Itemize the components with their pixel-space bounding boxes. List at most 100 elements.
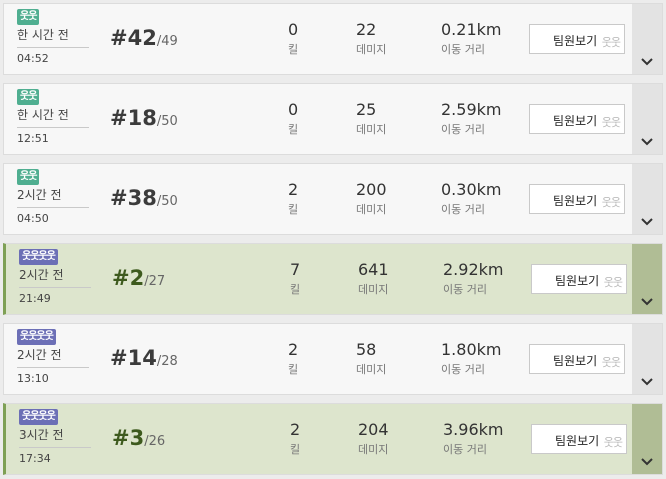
kills-label: 킬 [288, 363, 299, 376]
rank-number: #18 [110, 106, 157, 130]
distance-label: 이동 거리 [441, 203, 485, 216]
distance-value: 2.59km [441, 100, 502, 119]
rank-total: /50 [156, 114, 178, 129]
distance-stat: 2.59km 이동 거리 [441, 100, 501, 137]
distance-stat: 3.96km 이동 거리 [443, 420, 503, 457]
match-row: 웃웃 2시간 전 04:50 #38/50 2킬 200 데미지 0.30km 이동… [3, 163, 663, 235]
view-team-button[interactable]: 팀원보기 웃웃 [529, 184, 625, 214]
kills-stat: 2킬 [288, 340, 298, 377]
squad-runners-icon: 웃웃웃웃 [19, 409, 58, 425]
match-duration: 12:51 [17, 132, 49, 145]
squad-runners-icon: 웃웃웃웃 [19, 249, 58, 265]
chevron-down-icon [641, 458, 653, 466]
distance-value: 1.80km [441, 340, 502, 359]
view-team-button[interactable]: 팀원보기 웃웃 [529, 344, 625, 374]
match-duration: 04:52 [17, 52, 49, 65]
time-ago: 2시간 전 [17, 186, 89, 208]
expand-toggle[interactable] [632, 404, 662, 474]
match-duration: 17:34 [19, 452, 51, 465]
match-history-list: 웃웃 한 시간 전 04:52 #42/49 0킬 22 데미지 0.21km 이동… [0, 0, 666, 479]
view-team-label: 팀원보기 [553, 34, 598, 48]
view-team-label: 팀원보기 [553, 114, 598, 128]
damage-label: 데미지 [356, 123, 387, 136]
distance-value: 2.92km [443, 260, 504, 279]
distance-value: 0.21km [441, 20, 502, 39]
distance-stat: 1.80km 이동 거리 [441, 340, 501, 377]
view-team-label: 팀원보기 [553, 354, 598, 368]
rank-total: /26 [144, 434, 166, 449]
rank-total: /50 [156, 194, 178, 209]
kills-label: 킬 [288, 203, 299, 216]
distance-value: 0.30km [441, 180, 502, 199]
match-row: 웃웃 한 시간 전 12:51 #18/50 0킬 25 데미지 2.59km 이동… [3, 83, 663, 155]
kills-value: 7 [290, 260, 301, 279]
damage-label: 데미지 [356, 203, 387, 216]
distance-label: 이동 거리 [441, 123, 485, 136]
time-ago: 한 시간 전 [17, 106, 89, 128]
damage-value: 204 [358, 420, 389, 439]
rank-number: #42 [110, 26, 157, 50]
view-team-button[interactable]: 팀원보기 웃웃 [531, 264, 627, 294]
kills-stat: 7킬 [290, 260, 300, 297]
damage-stat: 58 데미지 [356, 340, 386, 377]
damage-value: 641 [358, 260, 389, 279]
damage-label: 데미지 [358, 283, 389, 296]
kills-stat: 0킬 [288, 100, 298, 137]
view-team-button[interactable]: 팀원보기 웃웃 [531, 424, 627, 454]
expand-toggle[interactable] [632, 324, 662, 394]
kills-value: 0 [288, 100, 299, 119]
distance-value: 3.96km [443, 420, 504, 439]
kills-stat: 0킬 [288, 20, 298, 57]
rank-number: #2 [112, 266, 145, 290]
distance-stat: 0.30km 이동 거리 [441, 180, 501, 217]
damage-value: 58 [356, 340, 377, 359]
kills-value: 2 [288, 180, 299, 199]
rank: #3/26 [112, 426, 165, 450]
squad-runners-icon: 웃웃웃웃 [17, 329, 56, 345]
view-team-label: 팀원보기 [553, 194, 598, 208]
rank-number: #3 [112, 426, 145, 450]
kills-label: 킬 [288, 43, 299, 56]
rank-total: /27 [144, 274, 166, 289]
view-team-label: 팀원보기 [555, 434, 600, 448]
solo-runner-icon: 웃웃 [17, 169, 40, 185]
damage-value: 22 [356, 20, 377, 39]
chevron-down-icon [641, 138, 653, 146]
distance-label: 이동 거리 [443, 283, 487, 296]
kills-value: 0 [288, 20, 299, 39]
rank: #18/50 [110, 106, 178, 130]
time-ago: 2시간 전 [19, 266, 91, 288]
chevron-down-icon [641, 298, 653, 306]
damage-label: 데미지 [356, 363, 387, 376]
distance-stat: 0.21km 이동 거리 [441, 20, 501, 57]
damage-stat: 25 데미지 [356, 100, 386, 137]
match-duration: 21:49 [19, 292, 51, 305]
match-duration: 04:50 [17, 212, 49, 225]
damage-stat: 641 데미지 [358, 260, 389, 297]
rank-number: #38 [110, 186, 157, 210]
damage-stat: 204 데미지 [358, 420, 389, 457]
distance-stat: 2.92km 이동 거리 [443, 260, 503, 297]
rank: #14/28 [110, 346, 178, 370]
time-ago: 2시간 전 [17, 346, 89, 368]
view-team-button[interactable]: 팀원보기 웃웃 [529, 104, 625, 134]
distance-label: 이동 거리 [443, 443, 487, 456]
team-silhouette-icon: 웃웃 [603, 436, 623, 449]
rank: #38/50 [110, 186, 178, 210]
chevron-down-icon [641, 378, 653, 386]
team-silhouette-icon: 웃웃 [601, 36, 621, 49]
team-silhouette-icon: 웃웃 [601, 196, 621, 209]
team-silhouette-icon: 웃웃 [601, 356, 621, 369]
expand-toggle[interactable] [632, 164, 662, 234]
distance-label: 이동 거리 [441, 43, 485, 56]
damage-label: 데미지 [356, 43, 387, 56]
team-silhouette-icon: 웃웃 [603, 276, 623, 289]
rank: #42/49 [110, 26, 178, 50]
rank-total: /49 [156, 34, 178, 49]
expand-toggle[interactable] [632, 4, 662, 74]
view-team-button[interactable]: 팀원보기 웃웃 [529, 24, 625, 54]
expand-toggle[interactable] [632, 84, 662, 154]
kills-stat: 2킬 [288, 180, 298, 217]
expand-toggle[interactable] [632, 244, 662, 314]
damage-value: 200 [356, 180, 387, 199]
